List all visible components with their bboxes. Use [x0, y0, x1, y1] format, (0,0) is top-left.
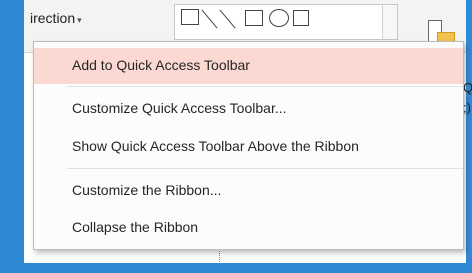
rectangle-shape-icon[interactable]	[245, 10, 263, 26]
menu-item-customize-qat[interactable]: Customize Quick Access Toolbar...	[34, 91, 463, 127]
menu-item-label: Customize Quick Access Toolbar...	[72, 100, 287, 116]
edge-text-2: ;)	[463, 100, 471, 115]
chevron-down-icon: ▾	[77, 15, 82, 25]
shapes-gallery[interactable]	[174, 4, 398, 40]
text-direction-label: irection	[30, 10, 76, 26]
menu-item-collapse-ribbon[interactable]: Collapse the Ribbon	[34, 210, 463, 246]
menu-item-label: Customize the Ribbon...	[72, 182, 222, 198]
menu-item-customize-ribbon[interactable]: Customize the Ribbon...	[34, 173, 463, 209]
edge-text-1: Q	[463, 80, 472, 95]
gallery-scroll-button[interactable]	[382, 5, 397, 39]
text-box-shape-icon[interactable]	[181, 9, 199, 25]
document-area	[24, 248, 466, 263]
text-direction-dropdown[interactable]: irection ▾	[30, 10, 82, 26]
menu-separator	[67, 168, 463, 169]
context-menu: Add to Quick Access Toolbar Customize Qu…	[33, 41, 464, 250]
window-frame-right	[466, 0, 472, 273]
arrow-shape-icon[interactable]	[219, 9, 236, 29]
rounded-rectangle-shape-icon[interactable]	[293, 10, 309, 26]
line-shape-icon[interactable]	[201, 9, 218, 29]
oval-shape-icon[interactable]	[269, 9, 289, 27]
menu-item-label: Collapse the Ribbon	[72, 219, 199, 235]
menu-item-add-to-qat[interactable]: Add to Quick Access Toolbar	[34, 48, 463, 84]
window-frame-bottom	[0, 263, 472, 273]
window-frame-left	[0, 0, 24, 273]
menu-item-label: Show Quick Access Toolbar Above the Ribb…	[72, 138, 359, 154]
menu-item-label: Add to Quick Access Toolbar	[72, 57, 250, 73]
menu-item-show-qat-above-ribbon[interactable]: Show Quick Access Toolbar Above the Ribb…	[34, 129, 463, 165]
menu-separator	[67, 86, 463, 87]
